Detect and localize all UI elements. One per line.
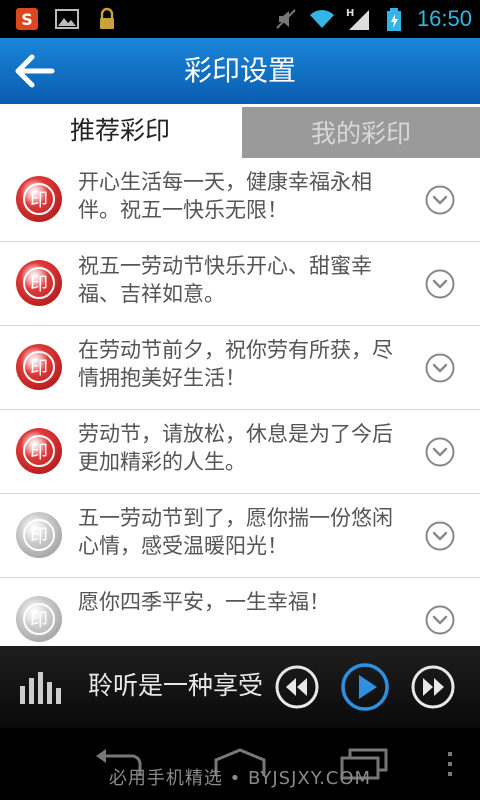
stamp-label: 印 (30, 358, 48, 379)
stamp-icon[interactable]: 印 (14, 174, 64, 224)
chevron-down-icon[interactable] (424, 604, 456, 636)
stamp-label: 印 (30, 610, 48, 631)
now-playing-text: 聆听是一种享受 (88, 671, 264, 700)
status-time: 16:50 (416, 6, 472, 31)
list-item-text: 劳动节，请放松，休息是为了今后更加精彩的人生。 (78, 422, 393, 474)
list-item[interactable]: 印 开心生活每一天，健康幸福永相伴。祝五一快乐无限！ (0, 158, 480, 242)
tab-mine[interactable]: 我的彩印 (240, 104, 480, 158)
list-item-text: 愿你四季平安，一生幸福！ (78, 590, 330, 614)
wifi-icon (309, 10, 334, 29)
tab-recommended[interactable]: 推荐彩印 (0, 104, 240, 158)
svg-text:S: S (21, 10, 33, 29)
list-item[interactable]: 印 劳动节，请放松，休息是为了今后更加精彩的人生。 (0, 410, 480, 494)
list-item-text: 开心生活每一天，健康幸福永相伴。祝五一快乐无限！ (78, 170, 372, 222)
music-player: 聆听是一种享受 (0, 646, 480, 728)
stamp-icon[interactable]: 印 (14, 258, 64, 308)
stamp-label: 印 (30, 526, 48, 547)
list-item[interactable]: 印 愿你四季平安，一生幸福！ (0, 578, 480, 646)
tab-bar: 推荐彩印 我的彩印 (0, 104, 480, 158)
chevron-down-icon[interactable] (424, 268, 456, 300)
stamp-icon[interactable]: 印 (14, 510, 64, 560)
page-title: 彩印设置 (183, 54, 296, 87)
list-item[interactable]: 印 五一劳动节到了，愿你揣一份悠闲心情，感受温暖阳光！ (0, 494, 480, 578)
watermark-text: 必用手机精选 • BYJSJXY.COM (108, 768, 372, 789)
stamp-icon[interactable]: 印 (14, 594, 64, 644)
signal-icon: H (346, 8, 369, 30)
stamp-icon[interactable]: 印 (14, 426, 64, 476)
equalizer-icon[interactable] (18, 670, 68, 704)
stamp-icon[interactable]: 印 (14, 342, 64, 392)
battery-icon (386, 8, 401, 31)
stamp-label: 印 (30, 442, 48, 463)
sogou-input-icon: S (16, 8, 38, 30)
stamp-label: 印 (30, 274, 48, 295)
list-item-text: 五一劳动节到了，愿你揣一份悠闲心情，感受温暖阳光！ (78, 506, 393, 558)
image-icon (55, 9, 79, 29)
status-bar: S H 16:50 (0, 0, 480, 38)
title-bar: 彩印设置 (0, 38, 480, 104)
network-type-label: H (346, 8, 354, 19)
lock-icon (100, 7, 114, 29)
signature-list: 印开心生活每一天，健康幸福永相伴。祝五一快乐无限！印祝五一劳动节快乐开心、甜蜜幸… (0, 158, 480, 646)
fast-forward-icon[interactable] (410, 664, 456, 710)
chevron-down-icon[interactable] (424, 352, 456, 384)
stamp-label: 印 (30, 190, 48, 211)
chevron-down-icon[interactable] (424, 184, 456, 216)
list-item-text: 祝五一劳动节快乐开心、甜蜜幸福、吉祥如意。 (78, 254, 372, 306)
list-item-text: 在劳动节前夕，祝你劳有所获，尽情拥抱美好生活！ (78, 338, 393, 390)
rewind-icon[interactable] (274, 664, 320, 710)
list-item[interactable]: 印 在劳动节前夕，祝你劳有所获，尽情拥抱美好生活！ (0, 326, 480, 410)
play-icon[interactable] (340, 662, 390, 712)
mute-icon (276, 9, 296, 29)
chevron-down-icon[interactable] (424, 520, 456, 552)
navigation-bar: 必用手机精选 • BYJSJXY.COM (0, 728, 480, 800)
chevron-down-icon[interactable] (424, 436, 456, 468)
list-item[interactable]: 印 祝五一劳动节快乐开心、甜蜜幸福、吉祥如意。 (0, 242, 480, 326)
